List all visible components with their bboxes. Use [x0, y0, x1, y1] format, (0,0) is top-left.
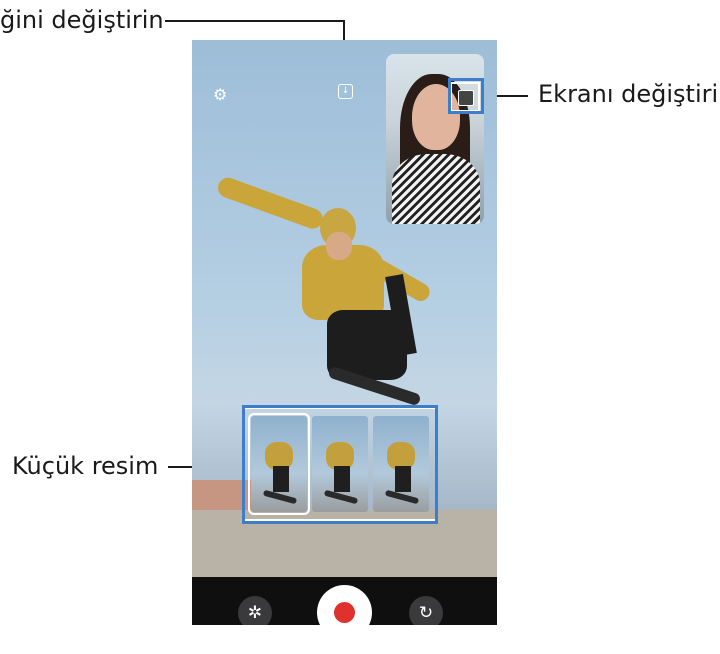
swap-screen-highlight: [448, 78, 484, 114]
mode-button[interactable]: ↓: [338, 84, 353, 99]
leader-line: [165, 20, 345, 22]
effects-button[interactable]: ✲: [238, 596, 272, 625]
skater-head: [326, 232, 352, 260]
callout-thumbnail: Küçük resim: [12, 452, 159, 480]
callout-switch-screen: Ekranı değiştirin: [538, 80, 720, 108]
flip-camera-button[interactable]: ↻: [409, 596, 443, 625]
flower-icon: ✲: [247, 603, 263, 623]
selfie-shirt: [392, 154, 480, 224]
record-icon: [334, 602, 355, 623]
camera-viewfinder: ⚙ ↓ ✲ ↻: [192, 40, 497, 625]
callout-change-mode: ğini değiştirin: [0, 6, 164, 34]
thumbnail-highlight: [242, 405, 438, 524]
flip-camera-icon: ↻: [418, 603, 434, 623]
skater-arm: [215, 174, 326, 232]
settings-icon[interactable]: ⚙: [213, 85, 227, 104]
download-box-icon: ↓: [341, 86, 350, 96]
